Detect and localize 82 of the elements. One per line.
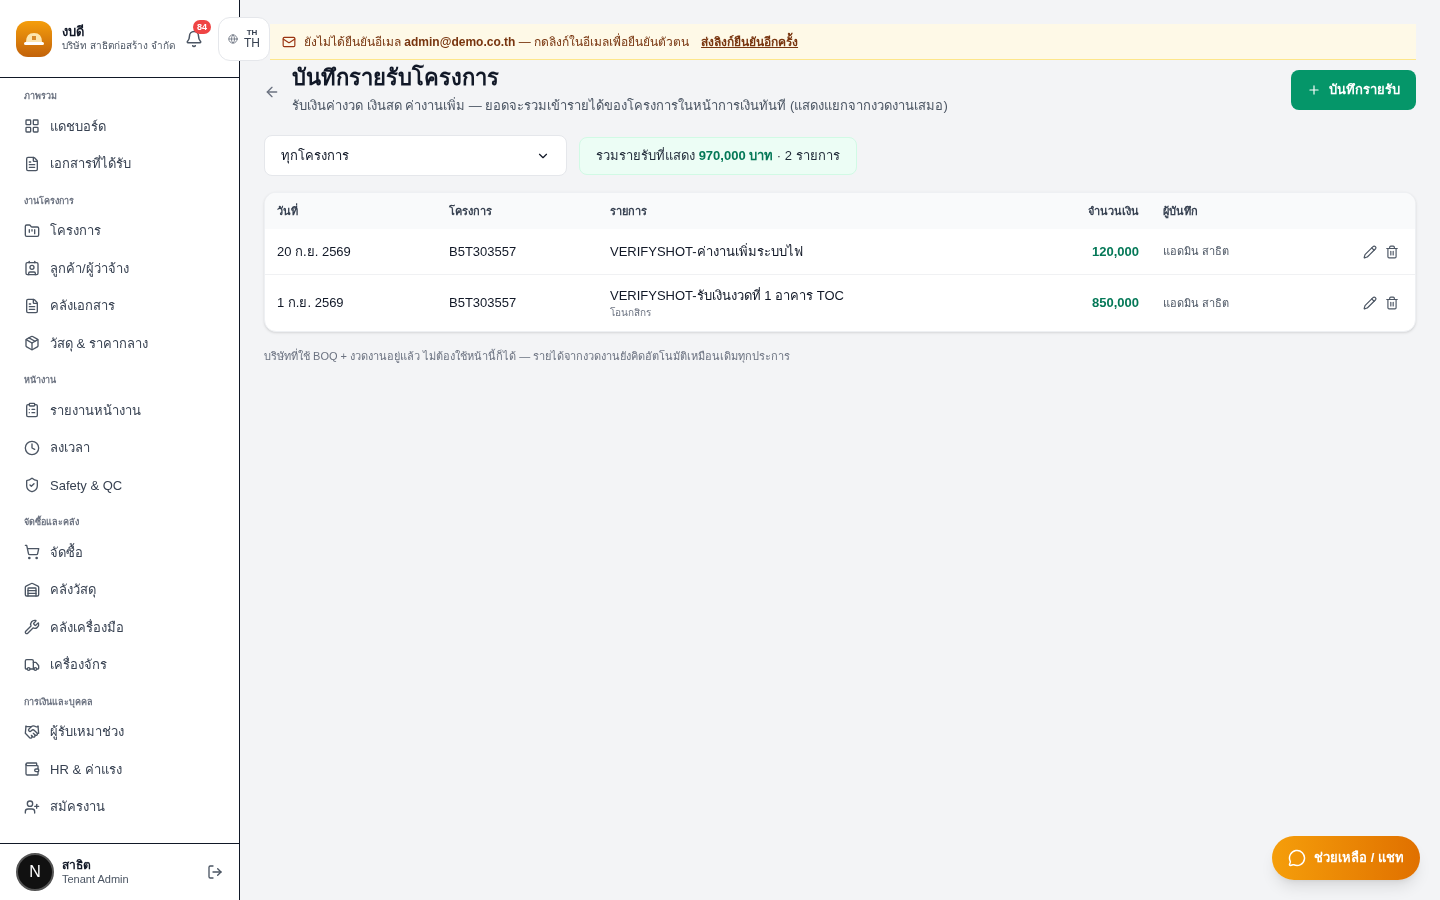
sidebar-item[interactable]: แดชบอร์ด [16,107,223,145]
sidebar-item[interactable]: Safety & QC [16,466,223,504]
mail-icon [282,34,296,49]
user-name: สาธิต [62,857,92,873]
notification-bell-icon[interactable] [185,29,203,48]
column-header: ผู้บันทึก [1162,203,1199,220]
column-header: จำนวนเงิน [1087,203,1140,219]
globe-icon [228,34,238,44]
logout-icon[interactable] [207,864,223,880]
document-icon [24,297,40,314]
clipboard-icon [24,402,40,419]
hard-hat-logo-icon [16,20,52,57]
sidebar-item[interactable]: ลงเวลา [16,429,223,467]
date-cell-text: 20 ก.ย. 2569 [277,242,352,261]
delete-icon[interactable] [1385,296,1399,310]
sidebar-item[interactable]: คลังวัสดุ [16,571,223,609]
item-description: VERIFYSHOT-ค่างานเพิ่มระบบไฟ [610,242,804,261]
date-cell-text: 1 ก.ย. 2569 [277,294,345,313]
language-button[interactable]: TH TH [218,17,270,61]
item-note: โอนกสิกร [610,306,652,321]
brand-name: งบดี [62,24,85,41]
sidebar-section-title: ภาพรวม [23,90,58,103]
handshake-icon [24,723,40,740]
document-icon [24,155,40,172]
sidebar-item[interactable]: HR & ค่าแรง [16,750,223,788]
column-header: รายการ [610,203,648,219]
recorder-cell-text: แอดมิน สาธิต [1162,295,1231,311]
back-arrow-icon[interactable] [264,84,280,100]
amount-cell-text: 120,000 [1091,242,1140,261]
add-income-button[interactable]: บันทึกรายรับ [1291,70,1416,110]
user-avatar[interactable]: N [16,853,54,891]
user-role: Tenant Admin [62,872,129,887]
resend-link[interactable]: ส่งลิงก์ยืนยันอีกครั้ง [701,32,799,51]
recorder-cell-text: แอดมิน สาธิต [1162,244,1231,260]
sidebar-item[interactable]: คลังเอกสาร [16,287,223,325]
sidebar-section-title: การเงินและบุคคล [23,695,94,710]
edit-icon[interactable] [1363,244,1377,259]
language-code-small: TH [246,29,258,37]
project-filter-select[interactable]: ทุกโครงการ [264,135,567,176]
box-icon [24,335,40,352]
shield-icon [24,477,40,494]
column-header: วันที่ [277,202,299,219]
clock-icon [24,439,40,456]
company-name: บริษัท สาธิตก่อสร้าง จำกัด [62,40,175,53]
sidebar-item[interactable]: เครื่องจักร [16,646,223,684]
cart-icon [24,544,40,561]
chat-bubble-icon [1288,849,1307,867]
grid-icon [24,118,40,135]
item-description: VERIFYSHOT-รับเงินงวดที่ 1 อาคาร TOC [610,286,845,305]
amount-cell-text: 850,000 [1091,294,1140,313]
wrench-icon [24,619,40,636]
warehouse-icon [24,581,40,598]
banner-message: ยังไม่ได้ยืนยันอีเมล admin@demo.co.th — กดลิงก์ในอีเมลเพื่อยืนยันตัวตน [304,32,690,51]
edit-icon[interactable] [1363,296,1377,310]
contact-card-icon [24,260,40,277]
sidebar-item[interactable]: เอกสารที่ได้รับ [16,145,223,183]
folder-icon [24,222,40,239]
notification-count: 84 [193,19,211,34]
sidebar-section-title: งานโครงการ [23,194,75,208]
add-user-icon [24,798,40,815]
page-title: บันทึกรายรับโครงการ [292,64,500,92]
footnote: บริษัทที่ใช้ BOQ + งวดงานอยู่แล้ว ไม่ต้องใช้หน้านี้ก็ได้ — รายได้จากงวดงานยังคิดอัตโนมัติเหมือนเดิมทุกประการ [264,348,792,365]
plus-icon [1307,83,1321,97]
sidebar-item[interactable]: ลูกค้า/ผู้ว่าจ้าง [16,249,223,287]
sidebar-item[interactable]: จัดซื้อ [16,533,223,571]
income-summary: รวมรายรับที่แสดง 970,000 บาท · 2 รายการ [579,136,857,175]
sidebar-item[interactable]: รายงานหน้างาน [16,391,223,429]
sidebar-item[interactable]: สมัครงาน [16,788,223,826]
language-code: TH [244,37,260,49]
page-subtitle: รับเงินค่างวด เงินสด ค่างานเพิ่ม — ยอดจะรวมเข้ารายได้ของโครงการในหน้าการเงินทันที (แสดงแยกจากงวดงานเสมอ) [292,96,948,115]
sidebar-section-title: หน้างาน [23,374,57,387]
truck-icon [24,656,40,673]
sidebar-item[interactable]: โครงการ [16,212,223,250]
delete-icon[interactable] [1385,244,1399,259]
sidebar-item[interactable]: ผู้รับเหมาช่วง [16,713,223,751]
sidebar-section-title: จัดซื้อและคลัง [23,514,80,529]
sidebar-item[interactable]: คลังเครื่องมือ [16,608,223,646]
project-code-cell-text: B5T303557 [449,242,518,261]
project-code-cell-text: B5T303557 [449,294,518,313]
wallet-icon [24,761,40,778]
column-header: โครงการ [449,203,493,219]
sidebar-item[interactable]: วัสดุ & ราคากลาง [16,324,223,362]
